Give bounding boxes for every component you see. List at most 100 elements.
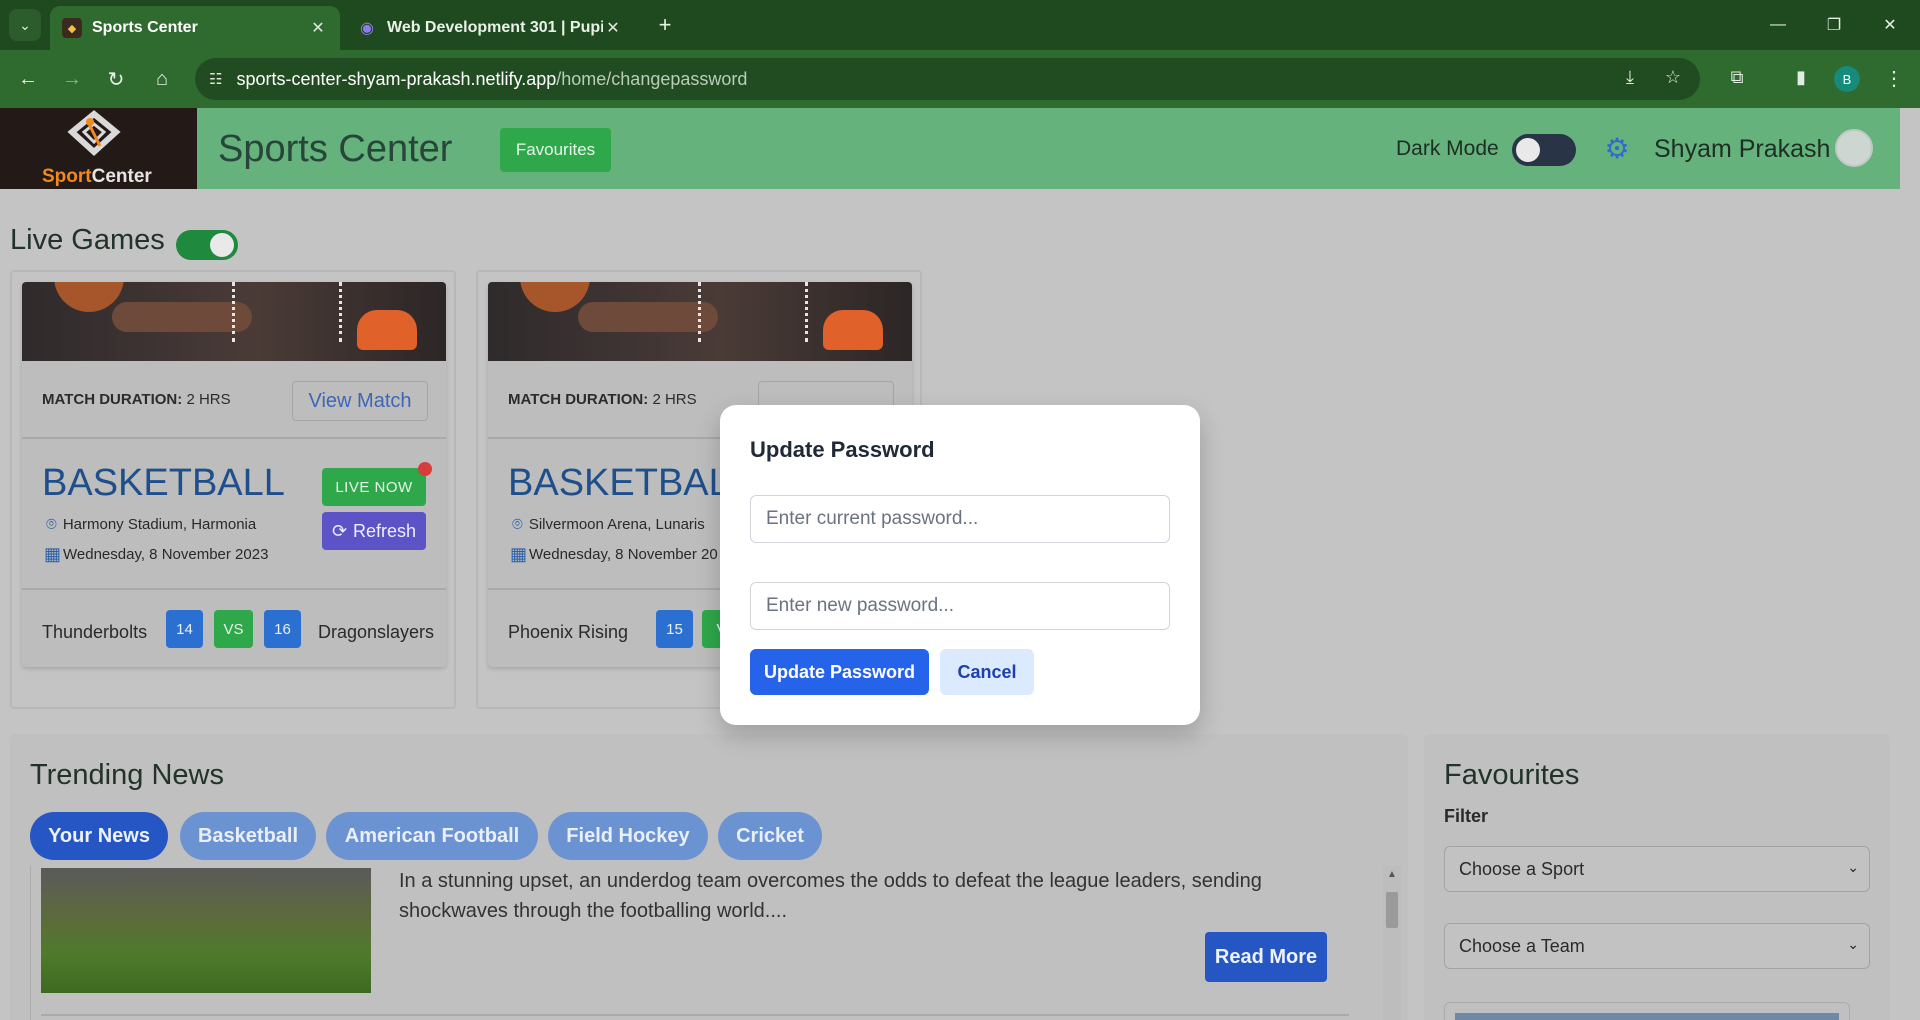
news-summary: In a stunning upset, an underdog team ov… (399, 870, 1262, 922)
live-now-badge: LIVE NOW (322, 468, 426, 506)
extensions-icon[interactable]: ⧉ (1722, 62, 1752, 92)
read-more-button[interactable]: Read More (1205, 932, 1327, 982)
trending-news-panel: Trending News Your News Basketball Ameri… (10, 734, 1408, 1020)
news-scrollbar[interactable]: ▲ (1383, 866, 1401, 1020)
site-info-icon[interactable]: ☷ (209, 70, 222, 88)
favourite-item-image (1455, 1013, 1839, 1020)
browser-profile-avatar[interactable]: B (1834, 66, 1860, 92)
window-close-icon[interactable]: ✕ (1870, 10, 1910, 40)
address-bar[interactable]: ☷ sports-center-shyam-prakash.netlify.ap… (195, 58, 1700, 100)
favourites-button[interactable]: Favourites (500, 128, 611, 172)
location-pin-icon: ⌾ (46, 514, 57, 534)
reload-icon[interactable]: ↻ (100, 63, 132, 95)
tab-title: Web Development 301 | Pupilfi (387, 19, 603, 36)
minimize-icon[interactable]: — (1758, 10, 1798, 40)
browser-tab-strip: ⌄ ◆ Sports Center ✕ ◉ Web Development 30… (0, 0, 1920, 50)
tab-field-hockey[interactable]: Field Hockey (548, 812, 708, 860)
team-select[interactable]: Choose a Team ⌄ (1444, 923, 1870, 969)
team-a: Thunderbolts (42, 622, 148, 642)
scroll-up-arrow-icon[interactable]: ▲ (1383, 866, 1401, 884)
modal-title: Update Password (750, 437, 935, 462)
sportcenter-logo[interactable]: SportCenter (0, 108, 197, 189)
current-password-field[interactable] (750, 495, 1170, 543)
user-avatar-icon[interactable] (1835, 129, 1873, 167)
side-panel-icon[interactable]: ▮ (1786, 62, 1816, 92)
toggle-knob (210, 233, 234, 257)
new-password-field[interactable] (750, 582, 1170, 630)
cancel-button[interactable]: Cancel (940, 649, 1034, 695)
sport-name: BASKETBALL (508, 462, 751, 504)
basketball-image (488, 282, 912, 361)
match-duration: MATCH DURATION: 2 HRS (508, 391, 697, 408)
score-b: 16 (264, 610, 301, 648)
view-match-button[interactable]: View Match (292, 381, 428, 421)
sport-name: BASKETBALL (42, 462, 285, 504)
trending-news-title: Trending News (30, 759, 224, 791)
pupilfirst-favicon-icon: ◉ (360, 20, 374, 37)
url-host: sports-center-shyam-prakash.netlify.app (236, 68, 557, 89)
browser-menu-icon[interactable]: ⋮ (1882, 62, 1906, 94)
sportcenter-favicon-icon: ◆ (62, 18, 82, 38)
live-indicator-dot (418, 462, 432, 476)
install-app-icon[interactable]: ⤓ (1615, 62, 1645, 92)
tab-american-football[interactable]: American Football (326, 812, 538, 860)
refresh-icon: ⟳ (331, 520, 348, 541)
live-game-card: MATCH DURATION: 2 HRS View Match BASKETB… (22, 282, 446, 667)
teams-row: Thunderbolts 14 VS 16 Dragonslayers (22, 588, 446, 667)
bookmark-star-icon[interactable]: ☆ (1658, 62, 1688, 92)
score-a: 15 (656, 610, 693, 648)
update-password-modal: Update Password Update Password Cancel (720, 405, 1200, 725)
news-article: In a stunning upset, an underdog team ov… (41, 866, 1349, 1016)
back-arrow-icon[interactable]: ← (12, 63, 44, 95)
tab-basketball[interactable]: Basketball (180, 812, 316, 860)
app-title: Sports Center (218, 128, 453, 170)
team-a: Phoenix Rising (508, 622, 629, 642)
vs-badge: VS (214, 610, 253, 648)
browser-tab-inactive[interactable]: ◉ Web Development 301 | Pupilfi ✕ (345, 6, 635, 50)
live-games-title: Live Games (10, 224, 165, 256)
gear-icon[interactable]: ⚙ (1602, 134, 1632, 164)
tab-close-icon[interactable]: ✕ (603, 18, 623, 38)
scrollbar-thumb[interactable] (1386, 892, 1398, 928)
score-a: 14 (166, 610, 203, 648)
calendar-icon: ▦ (510, 544, 528, 564)
calendar-icon: ▦ (44, 544, 62, 564)
favourites-panel: Favourites Filter Choose a Sport ⌄ Choos… (1424, 734, 1890, 1020)
live-game-wrapper: MATCH DURATION: 2 HRS View Match BASKETB… (10, 270, 456, 709)
venue: ⌾ Harmony Stadium, Harmonia (46, 514, 257, 534)
match-duration: MATCH DURATION: 2 HRS (42, 391, 231, 408)
team-b: Dragonslayers (318, 622, 435, 642)
news-list: In a stunning upset, an underdog team ov… (30, 866, 1401, 1020)
favourites-title: Favourites (1444, 759, 1580, 791)
username: Shyam Prakash (1654, 135, 1831, 163)
browser-tab-active[interactable]: ◆ Sports Center ✕ (50, 6, 340, 50)
tab-your-news[interactable]: Your News (30, 812, 168, 860)
tab-search-chevron-icon[interactable]: ⌄ (9, 9, 41, 41)
browser-toolbar: ← → ↻ ⌂ ☷ sports-center-shyam-prakash.ne… (0, 50, 1920, 108)
news-image (41, 868, 371, 993)
basketball-image (22, 282, 446, 361)
favourites-list (1444, 1002, 1850, 1020)
live-games-toggle[interactable] (176, 230, 238, 260)
match-duration-row: MATCH DURATION: 2 HRS View Match (22, 361, 446, 439)
sport-select[interactable]: Choose a Sport ⌄ (1444, 846, 1870, 892)
update-password-button[interactable]: Update Password (750, 649, 929, 695)
app-header: SportCenter Sports Center Favourites Dar… (0, 108, 1900, 189)
chevron-down-icon: ⌄ (1847, 859, 1859, 875)
home-icon[interactable]: ⌂ (146, 63, 178, 95)
sport-select-value: Choose a Sport (1459, 858, 1585, 879)
match-date: ▦ Wednesday, 8 November 2023 (44, 544, 269, 564)
forward-arrow-icon[interactable]: → (56, 63, 88, 95)
logo-mark-icon (67, 110, 121, 157)
tab-close-icon[interactable]: ✕ (308, 18, 328, 38)
url-path: /home/changepassword (556, 68, 748, 89)
location-pin-icon: ⌾ (512, 514, 523, 534)
dark-mode-label: Dark Mode (1396, 137, 1499, 160)
new-tab-icon[interactable]: + (652, 12, 678, 38)
restore-icon[interactable]: ❐ (1814, 10, 1854, 40)
refresh-button[interactable]: ⟳ Refresh (322, 512, 426, 550)
dark-mode-toggle[interactable] (1512, 134, 1576, 166)
tab-cricket[interactable]: Cricket (718, 812, 822, 860)
toggle-knob (1516, 138, 1540, 162)
venue: ⌾ Silvermoon Arena, Lunaris (512, 514, 705, 534)
